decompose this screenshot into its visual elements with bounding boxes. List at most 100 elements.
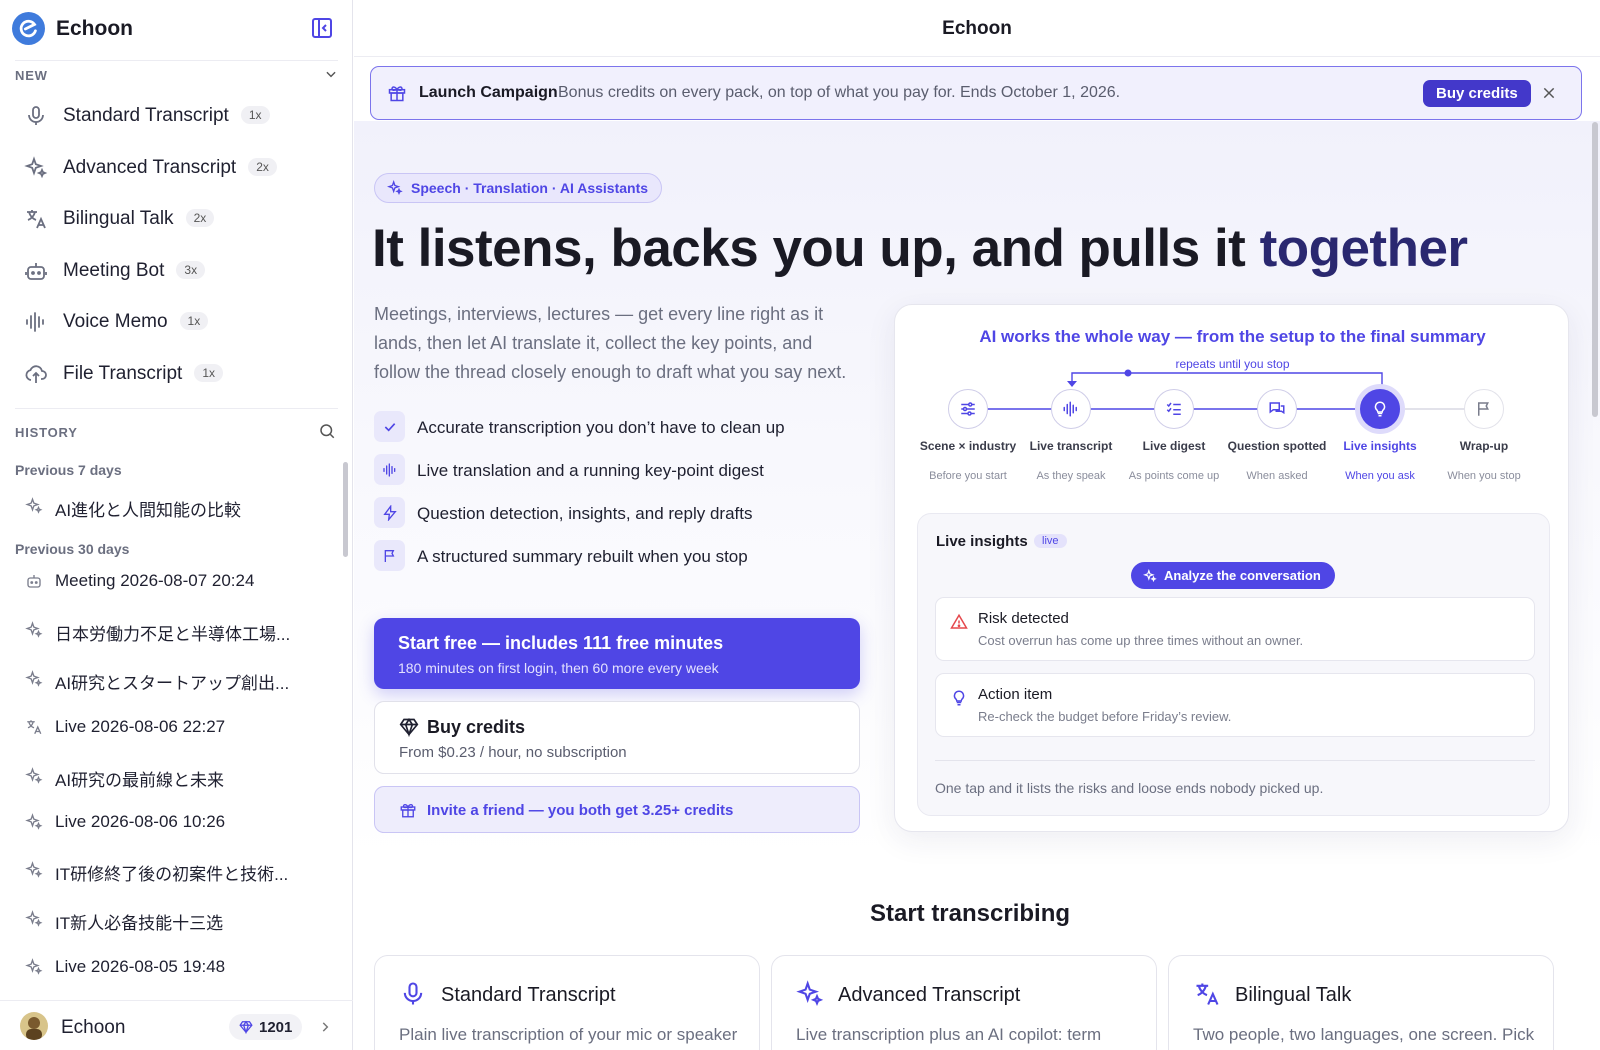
collapse-sidebar-icon[interactable] [310, 16, 334, 40]
history-item[interactable]: Live 2026-08-06 22:27 [0, 710, 340, 744]
workflow-step-when: Before you start [929, 470, 1007, 482]
sidebar-mode-file-transcript[interactable]: File Transcript 1x [0, 351, 353, 397]
scrollbar-thumb[interactable] [343, 462, 348, 557]
insight-title: Risk detected [978, 610, 1069, 627]
close-icon[interactable] [1541, 85, 1557, 101]
analyze-button-label: Analyze the conversation [1164, 568, 1321, 583]
lightbulb-icon [950, 689, 968, 707]
feature-item: Live translation and a running key-point… [374, 454, 854, 486]
sidebar-mode-label: File Transcript 1x [63, 363, 223, 385]
launch-campaign-banner: Launch Campaign Bonus credits on every p… [370, 66, 1582, 120]
user-account-row[interactable]: Echoon 1201 [0, 1000, 353, 1050]
live-badge: live [1034, 534, 1067, 548]
history-item[interactable]: IT新人必备技能十三选 [0, 902, 340, 936]
insight-item-risk: Risk detected Cost overrun has come up t… [935, 597, 1535, 661]
multiplier-badge: 1x [179, 312, 209, 330]
hero-pill-text: Speech · Translation · AI Assistants [411, 180, 649, 196]
flag-icon [374, 540, 405, 571]
check-icon [374, 411, 405, 442]
flag-icon [1464, 389, 1504, 429]
buy-credits-button[interactable]: Buy credits From $0.23 / hour, no subscr… [374, 701, 860, 774]
echoon-logo-icon [12, 12, 45, 45]
history-scrollbar[interactable] [343, 452, 348, 997]
history-item-label: IT研修終了後の初案件と技術... [55, 865, 289, 884]
main-scrollbar[interactable] [1592, 122, 1598, 417]
diamond-icon [399, 717, 419, 737]
banner-text: Bonus credits on every pack, on top of w… [558, 84, 1121, 101]
sparkles-icon [25, 497, 43, 515]
history-item[interactable]: Meeting 2026-08-07 20:24 [0, 564, 340, 598]
multiplier-badge: 1x [240, 106, 270, 124]
sparkles-icon [25, 958, 43, 976]
mode-card-description: Live transcription plus an AI copilot: t… [796, 1025, 1102, 1044]
chevron-down-icon[interactable] [324, 67, 338, 81]
history-item-label: AI研究とスタートアップ創出... [55, 674, 290, 693]
history-group-label: Previous 30 days [15, 541, 130, 557]
hero-description: Meetings, interviews, lectures — get eve… [374, 304, 847, 382]
history-item[interactable]: AI研究の最前線と未来 [0, 759, 340, 793]
chevron-right-icon[interactable] [318, 1019, 332, 1035]
sidebar-mode-bilingual-talk[interactable]: Bilingual Talk 2x [0, 196, 353, 242]
sidebar-mode-label: Voice Memo 1x [63, 311, 209, 333]
buy-credits-subtitle: From $0.23 / hour, no subscription [399, 744, 627, 761]
feature-item: Question detection, insights, and reply … [374, 497, 854, 529]
mic-icon [399, 980, 427, 1008]
sidebar-mode-voice-memo[interactable]: Voice Memo 1x [0, 299, 353, 345]
history-item-label: Live 2026-08-05 19:48 [55, 957, 226, 976]
brand-row: Echoon [0, 0, 353, 56]
sidebar-mode-meeting-bot[interactable]: Meeting Bot 3x [0, 248, 353, 294]
buy-credits-title: Buy credits [427, 717, 526, 737]
user-name: Echoon [61, 1017, 126, 1038]
start-free-button[interactable]: Start free — includes 111 free minutes 1… [374, 618, 860, 689]
search-icon[interactable] [318, 422, 336, 440]
translate-icon [24, 207, 48, 231]
insights-title: Live insights [936, 533, 1028, 550]
sidebar-mode-label: Meeting Bot 3x [63, 260, 206, 282]
page-title: Echoon [942, 18, 1012, 39]
history-item[interactable]: AI進化と人間知能の比較 [0, 489, 340, 523]
workflow-step-label: Live insights [1343, 439, 1417, 453]
sidebar-mode-standard-transcript[interactable]: Standard Transcript 1x [0, 93, 353, 139]
gift-icon [399, 801, 417, 819]
hero-title-highlight: together [1259, 219, 1469, 278]
brand-name: Echoon [56, 17, 133, 40]
invite-friend-text: Invite a friend — you both get 3.25+ cre… [427, 802, 734, 819]
feature-text: Live translation and a running key-point… [417, 461, 764, 480]
mode-card-bilingual-talk[interactable]: Bilingual Talk Two people, two languages… [1168, 955, 1554, 1050]
banner-buy-credits-button[interactable]: Buy credits [1423, 80, 1531, 107]
insight-description: Re-check the budget before Friday’s revi… [978, 709, 1232, 724]
analyze-conversation-button[interactable]: Analyze the conversation [1131, 562, 1335, 589]
checklist-icon [1154, 389, 1194, 429]
mode-card-description: Two people, two languages, one screen. P… [1193, 1025, 1535, 1044]
mode-card-title: Advanced Transcript [838, 984, 1021, 1006]
mic-icon [24, 104, 48, 128]
history-item[interactable]: IT研修終了後の初案件と技術... [0, 853, 340, 887]
sidebar-mode-advanced-transcript[interactable]: Advanced Transcript 2x [0, 145, 353, 191]
history-item[interactable]: Live 2026-08-05 19:48 [0, 950, 340, 984]
warning-icon [950, 613, 968, 631]
hero-title: It listens, backs you up, and pulls it t… [372, 219, 1469, 278]
feature-text: A structured summary rebuilt when you st… [417, 547, 748, 566]
waveform-icon [1051, 389, 1091, 429]
mode-card-advanced-transcript[interactable]: Advanced Transcript Live transcription p… [771, 955, 1157, 1050]
avatar [20, 1012, 48, 1040]
translate-icon [25, 718, 43, 736]
workflow-step-label: Wrap-up [1459, 439, 1509, 453]
workflow-step-when: As points come up [1128, 470, 1220, 482]
workflow-step-when: When asked [1246, 470, 1308, 482]
workflow-step: Question spotted When asked [1217, 389, 1337, 482]
workflow-step: Live transcript As they speak [1011, 389, 1131, 482]
feature-text: Accurate transcription you don’t have to… [417, 418, 785, 437]
history-item[interactable]: 日本労働力不足と半導体工場... [0, 613, 340, 647]
history-item[interactable]: Live 2026-08-06 10:26 [0, 805, 340, 839]
sidebar-mode-label: Standard Transcript 1x [63, 105, 270, 127]
mode-card-standard-transcript[interactable]: Standard Transcript Plain live transcrip… [374, 955, 760, 1050]
banner-title: Launch Campaign [419, 84, 558, 101]
workflow-step: Scene × industry Before you start [908, 389, 1028, 482]
sparkles-icon [1143, 568, 1157, 583]
multiplier-badge: 2x [185, 209, 215, 227]
invite-friend-button[interactable]: Invite a friend — you both get 3.25+ cre… [374, 786, 860, 833]
multiplier-badge: 3x [176, 261, 206, 279]
workflow-step-when: As they speak [1036, 470, 1106, 482]
history-item[interactable]: AI研究とスタートアップ創出... [0, 662, 340, 696]
